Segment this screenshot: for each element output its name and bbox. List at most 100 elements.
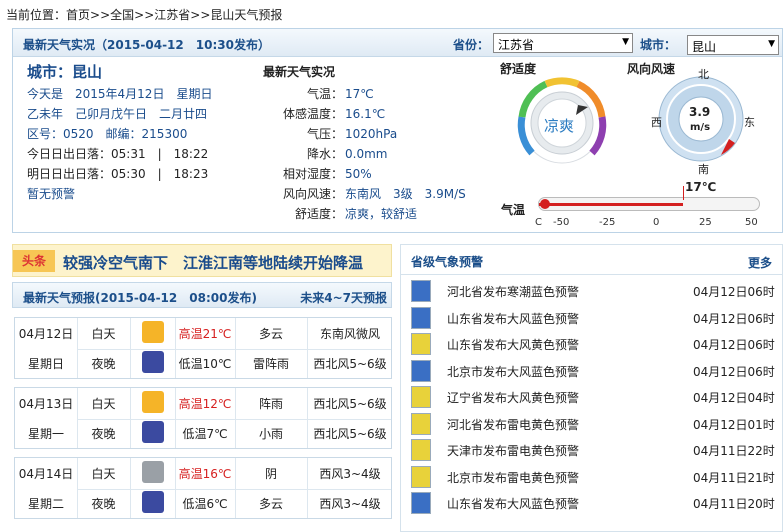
- temp-bar-value-label: 17℃: [685, 180, 717, 194]
- forecast-high-temp: 高温12℃: [178, 397, 232, 411]
- obs-key: 风向风速：: [282, 187, 343, 201]
- forecast-period-label: 夜晚: [91, 357, 116, 371]
- forecast-day: 04月13日 星期一 白天 高温12℃ 阵雨 西北风5~6级 夜晚 低温7℃ 小雨 西北风5~6级: [14, 387, 392, 449]
- warning-date: 04月12日06时: [693, 364, 775, 379]
- warnings-header: 省级气象预警 更多: [401, 245, 782, 275]
- breadcrumb-province[interactable]: 江苏省: [154, 8, 190, 22]
- forecast-weather: 雷阵雨: [252, 357, 289, 371]
- city-name: 城市：昆山: [27, 63, 103, 81]
- forecast-weather: 多云: [258, 497, 283, 511]
- breadcrumb-sep: >>: [190, 8, 211, 22]
- current-weather-panel: 最新天气实况（2015-04-12 10:30发布） 省份： 江苏省 ▼ 城市：…: [12, 28, 783, 233]
- comfort-value: 凉爽: [544, 117, 575, 135]
- warning-date: 04月12日04时: [693, 391, 775, 405]
- thunderstorm-icon: [142, 351, 164, 373]
- forecast-weather: 阴: [264, 467, 277, 481]
- forecast-wind: 西北风5~6级: [313, 397, 387, 411]
- observation-title: 最新天气实况: [263, 65, 336, 79]
- warning-icon: [411, 386, 431, 408]
- headline-text[interactable]: 较强冷空气南下 江淮江南等地陆续开始降温: [63, 252, 363, 273]
- forecast-period-label: 白天: [91, 327, 116, 341]
- obs-row: 风向风速： 东南风 3级 3.9M/S: [263, 184, 466, 204]
- obs-row: 体感温度： 16.1℃: [263, 104, 466, 124]
- today-date: 今天是 2015年4月12日 星期日: [27, 87, 213, 101]
- forecast-section: 头条 较强冷空气南下 江淮江南等地陆续开始降温 最新天气预报(2015-04-1…: [12, 244, 392, 532]
- forecast-weather: 多云: [258, 327, 283, 341]
- forecast-header: 最新天气预报(2015-04-12 08:00发布) 未来4~7天预报: [12, 282, 392, 308]
- forecast-high-temp: 高温16℃: [178, 467, 232, 481]
- warning-item[interactable]: 辽宁省发布大风黄色预警 04月12日04时: [411, 385, 781, 409]
- warning-item[interactable]: 北京市发布雷电黄色预警 04月11日21时: [411, 465, 781, 489]
- warning-item[interactable]: 山东省发布大风黄色预警 04月12日06时: [411, 332, 781, 356]
- forecast-wind: 西风3~4级: [319, 467, 381, 481]
- forecast-date: 04月12日: [18, 327, 74, 341]
- temp-tick-label: 25: [699, 217, 712, 228]
- warning-text[interactable]: 天津市发布雷电黄色预警: [447, 442, 579, 459]
- warning-icon: [411, 359, 431, 382]
- warning-item[interactable]: 山东省发布大风蓝色预警 04月11日20时: [411, 491, 781, 515]
- forecast-low-temp: 低温7℃: [182, 427, 228, 441]
- province-select[interactable]: 江苏省 ▼: [493, 33, 633, 53]
- breadcrumb-prefix: 当前位置：: [6, 8, 67, 22]
- forecast-date: 04月14日: [18, 467, 74, 481]
- warning-item[interactable]: 河北省发布雷电黄色预警 04月12日01时: [411, 412, 781, 436]
- warning-date: 04月12日01时: [693, 417, 775, 432]
- wind-gauge: [658, 76, 744, 162]
- warning-item[interactable]: 北京市发布大风蓝色预警 04月12日06时: [411, 359, 781, 383]
- warning-icon: [411, 306, 431, 329]
- chevron-down-icon: ▼: [622, 37, 629, 47]
- warning-text[interactable]: 山东省发布大风黄色预警: [447, 336, 579, 353]
- breadcrumb: 当前位置：首页>>全国>>江苏省>>昆山天气预报: [6, 6, 282, 23]
- warning-item[interactable]: 天津市发布雷电黄色预警 04月11日22时: [411, 438, 781, 462]
- warning-item[interactable]: 河北省发布寒潮蓝色预警 04月12日06时: [411, 279, 781, 303]
- forecast-wind: 西北风5~6级: [313, 357, 387, 371]
- warning-icon: [411, 465, 431, 488]
- obs-row: 舒适度： 凉爽，较舒适: [263, 204, 466, 224]
- warning-text[interactable]: 河北省发布雷电黄色预警: [447, 416, 579, 433]
- warning-text[interactable]: 山东省发布大风蓝色预警: [447, 495, 579, 512]
- forecast-date: 04月13日: [18, 397, 74, 411]
- forecast-period-label: 夜晚: [91, 427, 116, 441]
- city-select[interactable]: 昆山 ▼: [687, 35, 779, 55]
- obs-value: 16.1℃: [345, 107, 386, 121]
- warning-text[interactable]: 河北省发布寒潮蓝色预警: [447, 283, 579, 300]
- forecast-wind: 东南风微风: [319, 327, 380, 341]
- warnings-more-link[interactable]: 更多: [748, 254, 772, 271]
- city-select-value: 昆山: [692, 40, 717, 54]
- obs-value: 凉爽，较舒适: [345, 207, 418, 221]
- warning-item[interactable]: 山东省发布大风蓝色预警 04月12日06时: [411, 306, 781, 330]
- sunrise-today: 今日日出日落：05:31 | 18:22: [27, 147, 209, 161]
- warning-text[interactable]: 山东省发布大风蓝色预警: [447, 310, 579, 327]
- current-weather-header: 最新天气实况（2015-04-12 10:30发布） 省份： 江苏省 ▼ 城市：…: [13, 29, 782, 57]
- headline-banner[interactable]: 头条 较强冷空气南下 江淮江南等地陆续开始降温: [12, 244, 392, 277]
- breadcrumb-sep: >>: [90, 8, 111, 22]
- warning-text[interactable]: 北京市发布大风蓝色预警: [447, 363, 579, 380]
- obs-value: 0.0mm: [345, 147, 388, 161]
- forecast-more-link[interactable]: 未来4~7天预报: [300, 289, 387, 306]
- wind-unit: m/s: [690, 122, 711, 133]
- obs-key: 相对湿度：: [282, 167, 343, 181]
- forecast-low-temp: 低温10℃: [178, 357, 232, 371]
- obs-key: 气压：: [306, 127, 343, 141]
- comfort-title: 舒适度: [500, 62, 537, 76]
- sunrise-tomorrow: 明日日出日落：05:30 | 18:23: [27, 167, 209, 181]
- warning-text[interactable]: 北京市发布雷电黄色预警: [447, 469, 579, 486]
- forecast-weekday: 星期一: [27, 427, 64, 441]
- observation-block: 最新天气实况 气温： 17℃ 体感温度： 16.1℃ 气压： 1020hPa 降水： 0…: [263, 62, 466, 224]
- temp-tick-label: C: [535, 217, 542, 228]
- temp-bar-bulb: [540, 199, 550, 209]
- partly-cloudy-icon: [142, 321, 164, 343]
- warnings-title: 省级气象预警: [411, 255, 484, 269]
- breadcrumb-country[interactable]: 全国: [110, 8, 134, 22]
- obs-value: 17℃: [345, 87, 374, 101]
- temp-tick-label: -50: [553, 217, 570, 228]
- warning-text[interactable]: 辽宁省发布大风黄色预警: [447, 389, 579, 406]
- forecast-period-label: 白天: [91, 467, 116, 481]
- breadcrumb-home[interactable]: 首页: [66, 8, 90, 22]
- forecast-wind: 西风3~4级: [319, 497, 381, 511]
- forecast-weekday: 星期日: [27, 357, 64, 371]
- breadcrumb-current: 昆山天气预报: [210, 8, 283, 22]
- forecast-period-label: 夜晚: [91, 497, 116, 511]
- warning-date: 04月12日06时: [693, 338, 775, 352]
- shower-icon: [142, 391, 164, 413]
